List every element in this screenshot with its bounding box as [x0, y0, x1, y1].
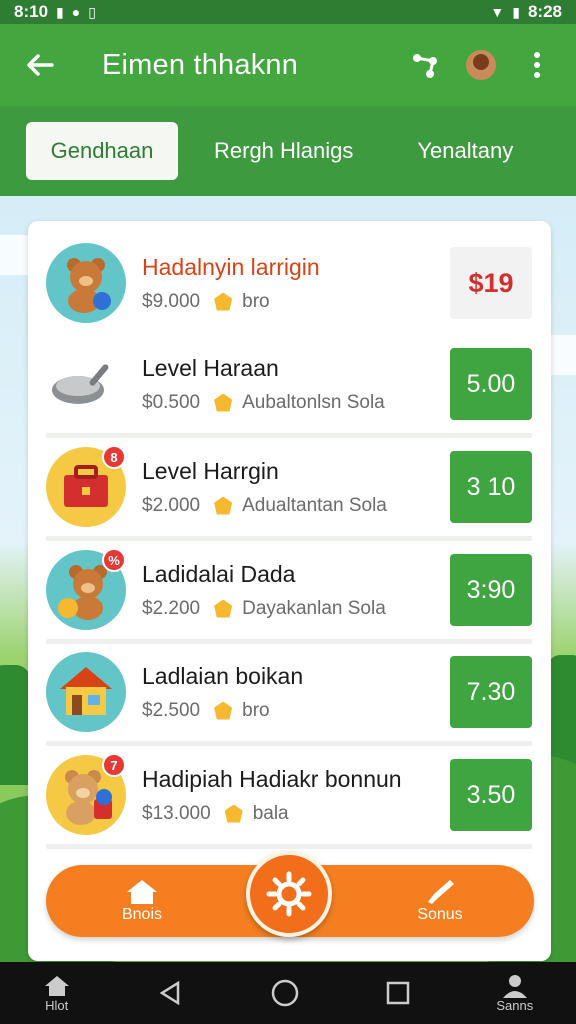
status-left: 8:10 ▮ ● ▯	[14, 2, 96, 22]
more-vert-icon	[534, 52, 540, 78]
coin-icon	[214, 292, 233, 311]
wifi-icon: ▼	[490, 4, 505, 20]
share-icon	[413, 54, 437, 78]
coin-icon	[214, 701, 233, 720]
status-bar: 8:10 ▮ ● ▯ ▼ ▮ 8:28	[0, 0, 576, 24]
bear-gift-icon: 7	[46, 753, 126, 835]
nav-home-button[interactable]: Hlot	[43, 974, 71, 1013]
circle-home-icon	[271, 979, 298, 1007]
item-amount: $0.500	[142, 391, 201, 413]
panda-icon: ●	[71, 4, 81, 20]
item-badge: 8	[102, 445, 126, 469]
list-item[interactable]: 7 Hadipiah Hadiakr bonnun $13.000 bala 3…	[46, 745, 532, 849]
price-button[interactable]: $19	[450, 247, 532, 319]
triangle-back-icon	[159, 980, 180, 1006]
settings-fab[interactable]	[246, 851, 332, 937]
brush-icon	[428, 880, 454, 904]
nav-home-label: Hlot	[45, 997, 69, 1013]
person-icon	[502, 974, 527, 998]
price-button[interactable]: 7.30	[450, 656, 532, 728]
nav-home-circle-button[interactable]	[270, 978, 300, 1008]
status-time-right: 8:28	[527, 2, 562, 21]
item-title: Level Haraan	[142, 354, 279, 381]
more-options-button[interactable]	[514, 42, 560, 88]
home-icon	[44, 975, 69, 996]
item-amount: $13.000	[142, 802, 211, 824]
item-amount: $9.000	[142, 290, 201, 312]
page-title: Eimen thhaknn	[102, 48, 299, 81]
item-title: Ladlaian boikan	[142, 662, 304, 689]
price-button[interactable]: 3 10	[450, 451, 532, 523]
status-time-left: 8:10	[14, 2, 49, 21]
item-title: Ladidalai Dada	[142, 560, 296, 587]
app-bar: Eimen thhaknn	[0, 24, 576, 106]
frying-pan-icon	[46, 344, 126, 424]
share-button[interactable]	[402, 42, 448, 88]
profile-button[interactable]	[458, 42, 504, 88]
bear-coin-icon	[46, 243, 126, 323]
list-item[interactable]: Ladlaian boikan $2.500 bro 7.30	[46, 642, 532, 746]
item-badge: 7	[102, 753, 126, 777]
item-tag: Dayakanlan Sola	[242, 597, 386, 619]
tab-yenaltany[interactable]: Yenaltany	[395, 122, 535, 180]
nav-profile-label: Sanns	[496, 997, 534, 1013]
notification-icon: ▮	[56, 3, 64, 20]
status-right: ▼ ▮ 8:28	[490, 2, 562, 22]
price-button[interactable]: 3.50	[450, 759, 532, 831]
item-title: Hadalnyin larrigin	[142, 253, 320, 280]
item-tag: bala	[252, 802, 289, 824]
item-tag: Aubaltonlsn Sola	[242, 391, 385, 413]
battery-small-icon: ▯	[88, 3, 96, 20]
back-button[interactable]	[16, 41, 64, 89]
item-tag: bro	[242, 290, 270, 312]
item-amount: $2.200	[142, 597, 201, 619]
system-nav-bar: Hlot Sanns	[0, 962, 576, 1024]
avatar	[466, 50, 496, 80]
list-item[interactable]: Hadalnyin larrigin $9.000 bro $19	[46, 233, 532, 333]
action-bar: Bnois Sonus	[46, 851, 534, 937]
item-badge: %	[102, 548, 126, 572]
item-tag: bro	[242, 699, 270, 721]
tab-rergh-hlanigs[interactable]: Rergh Hlanigs	[192, 122, 375, 180]
house-icon	[46, 652, 126, 732]
house-icon	[127, 880, 157, 904]
item-amount: $2.000	[142, 494, 201, 516]
gear-icon	[266, 871, 312, 917]
sonus-button[interactable]: Sonus	[390, 873, 490, 929]
bear-coins-icon: %	[46, 548, 126, 630]
arrow-left-icon	[27, 54, 54, 76]
price-button[interactable]: 5.00	[450, 348, 532, 420]
battery-icon: ▮	[512, 3, 520, 20]
coin-icon	[224, 804, 243, 823]
coin-icon	[214, 599, 233, 618]
item-title: Hadipiah Hadiakr bonnun	[142, 765, 402, 792]
price-button[interactable]: 3:90	[450, 554, 532, 626]
offer-list-card: Hadalnyin larrigin $9.000 bro $19 Level …	[28, 221, 551, 961]
nav-back-button[interactable]	[156, 979, 184, 1007]
toolbox-icon: 8	[46, 445, 126, 527]
bnois-button[interactable]: Bnois	[92, 873, 192, 929]
nav-profile-button[interactable]: Sanns	[496, 974, 533, 1013]
nav-recents-button[interactable]	[385, 980, 411, 1006]
tab-gendhaan[interactable]: Gendhaan	[26, 122, 178, 180]
list-item[interactable]: Level Haraan $0.500 Aubaltonlsn Sola 5.0…	[46, 334, 532, 438]
list-item[interactable]: % Ladidalai Dada $2.200 Dayakanlan Sola …	[46, 540, 532, 644]
coin-icon	[214, 393, 233, 412]
action-right-label: Sonus	[417, 906, 463, 923]
list-item[interactable]: 8 Level Harrgin $2.000 Adualtantan Sola …	[46, 437, 532, 541]
item-amount: $2.500	[142, 699, 201, 721]
item-title: Level Harrgin	[142, 457, 279, 484]
coin-icon	[214, 496, 233, 515]
square-recents-icon	[386, 981, 410, 1005]
item-tag: Adualtantan Sola	[242, 494, 387, 516]
tab-bar: Gendhaan Rergh Hlanigs Yenaltany	[0, 106, 576, 196]
action-left-label: Bnois	[121, 906, 163, 923]
